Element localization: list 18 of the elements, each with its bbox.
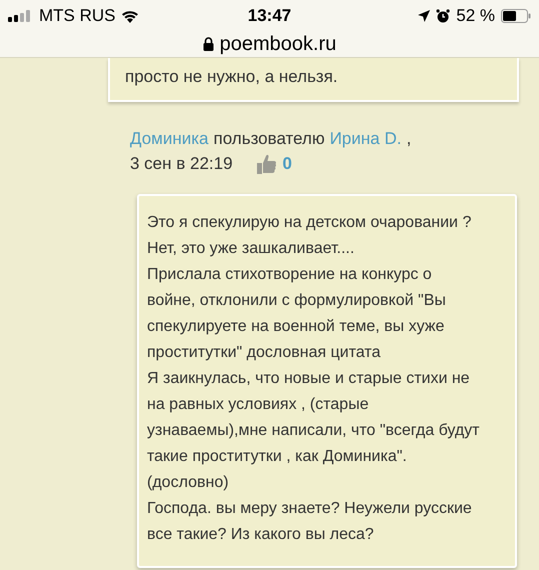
location-arrow-icon <box>418 10 430 22</box>
comment-date: 3 сен в 22:19 <box>130 153 233 175</box>
carrier-name: MTS RUS <box>39 5 116 28</box>
battery-percent: 52 % <box>456 5 495 28</box>
thumbs-up-icon[interactable] <box>254 152 277 174</box>
comma-text: , <box>406 128 412 150</box>
battery-icon <box>500 9 531 23</box>
comment-meta-text: пользователю <box>214 128 325 150</box>
comment-text: просто не нужно, а нельзя. <box>125 67 338 86</box>
address-url[interactable]: poembook.ru <box>220 29 336 59</box>
clock-time: 13:47 <box>248 5 292 28</box>
like-count[interactable]: 0 <box>282 151 292 176</box>
wifi-icon <box>120 10 138 22</box>
lock-icon <box>202 37 214 51</box>
comment-text: Это я спекулирую на детском очаровании ? Нет, это уже зашкаливает.... Прислала стихотворение на конкурс о войне, отклонили с формулировкой "Вы спекулируете на военной теме, вы хуже проститутки" дословная цитата Я заикнулась, что новые и старые стихи не на равных условиях , (старые узнаваемы),мне написали, что "всегда будут такие проститутки , как Доминика". (дословно) Господа. вы меру знаете? Неужели русские все такие? Из какого вы леса? <box>147 213 481 545</box>
alarm-clock-icon <box>436 9 450 23</box>
author-link[interactable]: Доминика <box>130 126 208 151</box>
recipient-link[interactable]: Ирина D. <box>330 126 402 151</box>
